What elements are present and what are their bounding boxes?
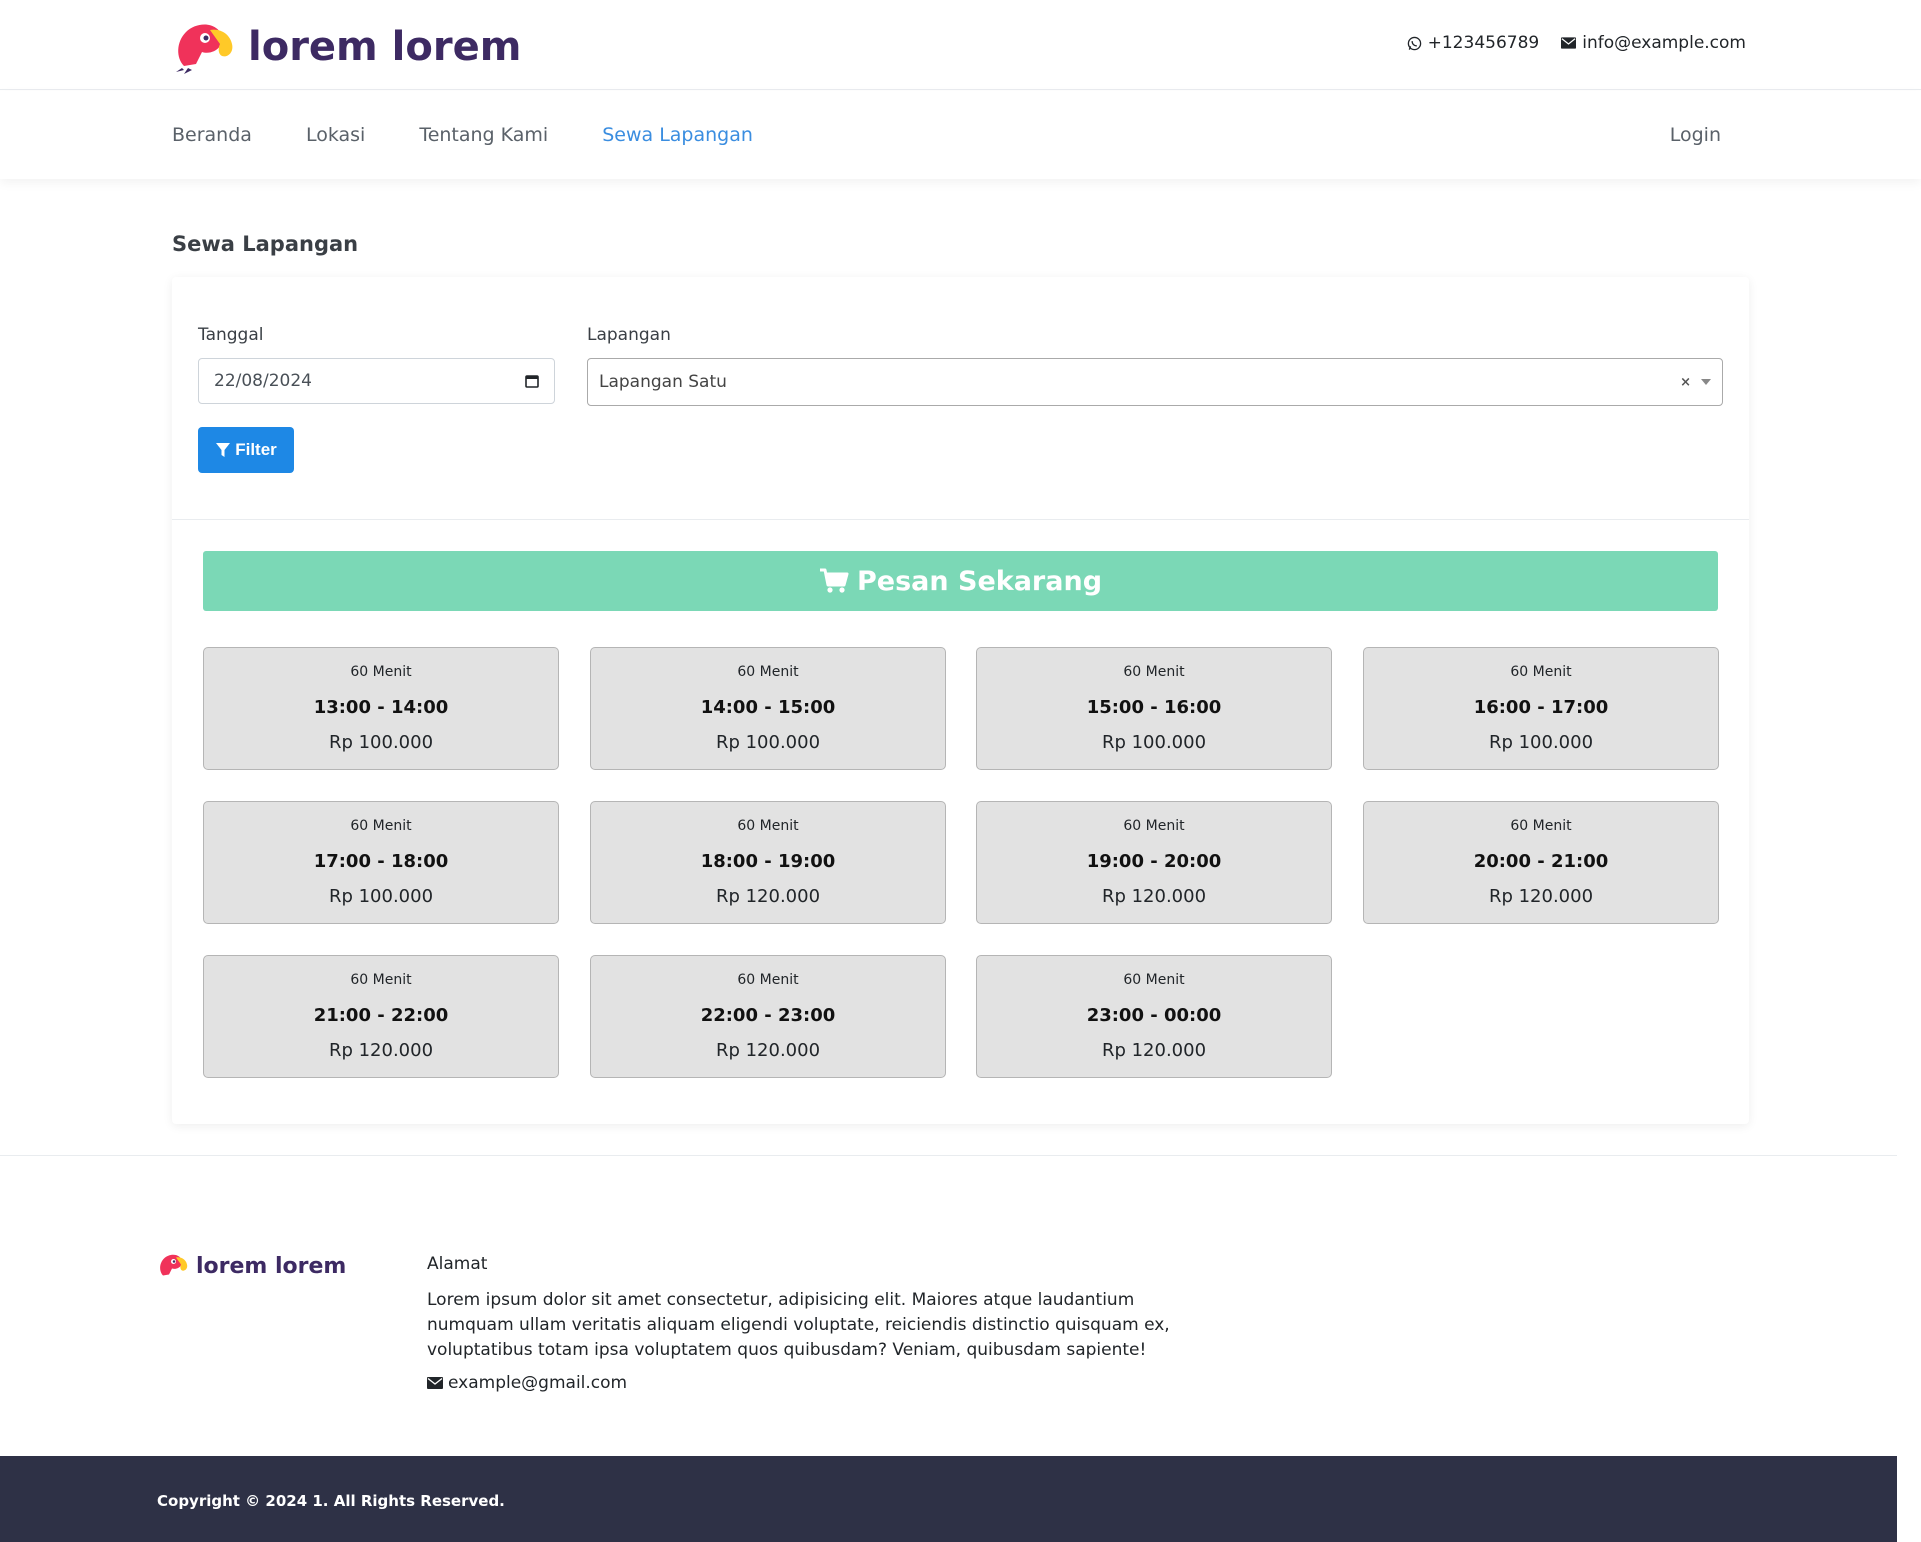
slot-price: Rp 100.000: [715, 732, 821, 753]
filter-section: Tanggal 22/08/2024 Lapangan Lapangan Sat…: [172, 277, 1749, 520]
slot-time: 23:00 - 00:00: [1086, 1005, 1222, 1026]
slot-time: 18:00 - 19:00: [700, 851, 836, 872]
shopping-cart-icon: [819, 568, 849, 593]
slot-duration: 60 Menit: [350, 664, 412, 680]
time-slot-card[interactable]: 60 Menit 14:00 - 15:00 Rp 100.000: [590, 647, 946, 770]
time-slot-card[interactable]: 60 Menit 15:00 - 16:00 Rp 100.000: [976, 647, 1332, 770]
nav-links: Beranda Lokasi Tentang Kami Sewa Lapanga…: [172, 91, 753, 179]
nav-item-lokasi[interactable]: Lokasi: [306, 124, 365, 146]
date-value: 22/08/2024: [214, 371, 312, 391]
slot-duration: 60 Menit: [350, 818, 412, 834]
slot-duration: 60 Menit: [350, 972, 412, 988]
slot-time: 20:00 - 21:00: [1473, 851, 1609, 872]
slot-price: Rp 120.000: [1488, 886, 1594, 907]
slot-time: 19:00 - 20:00: [1086, 851, 1222, 872]
main-nav: Beranda Lokasi Tentang Kami Sewa Lapanga…: [0, 91, 1921, 179]
filter-icon: [216, 443, 231, 457]
date-label: Tanggal: [198, 325, 264, 345]
email-contact[interactable]: info@example.com: [1561, 33, 1746, 53]
slot-time: 17:00 - 18:00: [313, 851, 449, 872]
slot-time: 21:00 - 22:00: [313, 1005, 449, 1026]
copyright-bar: Copyright © 2024 1. All Rights Reserved.: [0, 1456, 1897, 1542]
slot-time: 22:00 - 23:00: [700, 1005, 836, 1026]
footer-heading: Alamat: [427, 1254, 488, 1274]
login-link[interactable]: Login: [1670, 91, 1721, 179]
footer-email-text: example@gmail.com: [448, 1373, 628, 1393]
chevron-down-icon[interactable]: [1701, 379, 1711, 385]
footer-address: Alamat Lorem ipsum dolor sit amet consec…: [427, 1254, 1217, 1393]
slot-time: 15:00 - 16:00: [1086, 697, 1222, 718]
brand-logo[interactable]: lorem lorem: [172, 20, 521, 74]
time-slot-card[interactable]: 60 Menit 22:00 - 23:00 Rp 120.000: [590, 955, 946, 1078]
time-slot-card[interactable]: 60 Menit 16:00 - 17:00 Rp 100.000: [1363, 647, 1719, 770]
contact-info: +123456789 info@example.com: [1407, 33, 1746, 53]
slot-time: 13:00 - 14:00: [313, 697, 449, 718]
slot-duration: 60 Menit: [737, 664, 799, 680]
envelope-icon: [1561, 37, 1577, 49]
time-slot-card[interactable]: 60 Menit 17:00 - 18:00 Rp 100.000: [203, 801, 559, 924]
footer-brand-name: lorem lorem: [196, 1253, 347, 1279]
clear-selection-icon[interactable]: ×: [1680, 375, 1691, 390]
slot-duration: 60 Menit: [1123, 818, 1185, 834]
page-title: Sewa Lapangan: [172, 232, 359, 256]
footer-email[interactable]: example@gmail.com: [427, 1373, 1217, 1393]
booking-card: Tanggal 22/08/2024 Lapangan Lapangan Sat…: [172, 277, 1749, 1124]
copyright-text: Copyright © 2024 1. All Rights Reserved.: [157, 1492, 505, 1510]
slot-price: Rp 120.000: [715, 1040, 821, 1061]
phone-number: +123456789: [1427, 33, 1540, 53]
footer-brand[interactable]: lorem lorem: [157, 1252, 346, 1280]
slot-price: Rp 100.000: [328, 732, 434, 753]
slot-time: 14:00 - 15:00: [700, 697, 836, 718]
slot-duration: 60 Menit: [1510, 818, 1572, 834]
field-label: Lapangan: [587, 325, 671, 345]
footer-divider: [0, 1155, 1897, 1156]
time-slot-card[interactable]: 60 Menit 18:00 - 19:00 Rp 120.000: [590, 801, 946, 924]
time-slot-card[interactable]: 60 Menit 21:00 - 22:00 Rp 120.000: [203, 955, 559, 1078]
field-select[interactable]: Lapangan Satu ×: [587, 358, 1723, 406]
filter-label: Filter: [235, 440, 277, 459]
slot-duration: 60 Menit: [1123, 972, 1185, 988]
slot-price: Rp 120.000: [1101, 1040, 1207, 1061]
time-slot-card[interactable]: 60 Menit 20:00 - 21:00 Rp 120.000: [1363, 801, 1719, 924]
order-now-label: Pesan Sekarang: [856, 565, 1103, 597]
slot-price: Rp 100.000: [1101, 732, 1207, 753]
parrot-logo-icon: [176, 24, 233, 74]
slot-duration: 60 Menit: [1123, 664, 1185, 680]
date-input[interactable]: 22/08/2024: [198, 358, 555, 404]
slot-duration: 60 Menit: [737, 972, 799, 988]
filter-button[interactable]: Filter: [198, 427, 294, 473]
envelope-icon: [427, 1377, 443, 1389]
nav-item-sewa-lapangan[interactable]: Sewa Lapangan: [602, 124, 753, 146]
order-now-button[interactable]: Pesan Sekarang: [203, 551, 1718, 611]
footer-address-text: Lorem ipsum dolor sit amet consectetur, …: [427, 1290, 1170, 1360]
time-slot-card[interactable]: 60 Menit 19:00 - 20:00 Rp 120.000: [976, 801, 1332, 924]
calendar-icon[interactable]: [525, 374, 539, 388]
field-select-value: Lapangan Satu: [599, 372, 727, 392]
top-header: lorem lorem +123456789 info@example.com: [0, 0, 1921, 90]
slot-time: 16:00 - 17:00: [1473, 697, 1609, 718]
slot-duration: 60 Menit: [737, 818, 799, 834]
slot-duration: 60 Menit: [1510, 664, 1572, 680]
brand-name: lorem lorem: [248, 24, 522, 70]
slot-price: Rp 100.000: [1488, 732, 1594, 753]
slot-price: Rp 100.000: [328, 886, 434, 907]
phone-contact[interactable]: +123456789: [1407, 33, 1540, 53]
email-address: info@example.com: [1582, 33, 1746, 53]
parrot-logo-icon: [160, 1254, 188, 1276]
slot-price: Rp 120.000: [715, 886, 821, 907]
nav-item-beranda[interactable]: Beranda: [172, 124, 252, 146]
slot-price: Rp 120.000: [1101, 886, 1207, 907]
time-slot-card[interactable]: 60 Menit 23:00 - 00:00 Rp 120.000: [976, 955, 1332, 1078]
nav-item-tentang-kami[interactable]: Tentang Kami: [419, 124, 548, 146]
slot-price: Rp 120.000: [328, 1040, 434, 1061]
time-slot-card[interactable]: 60 Menit 13:00 - 14:00 Rp 100.000: [203, 647, 559, 770]
whatsapp-icon: [1407, 36, 1421, 50]
